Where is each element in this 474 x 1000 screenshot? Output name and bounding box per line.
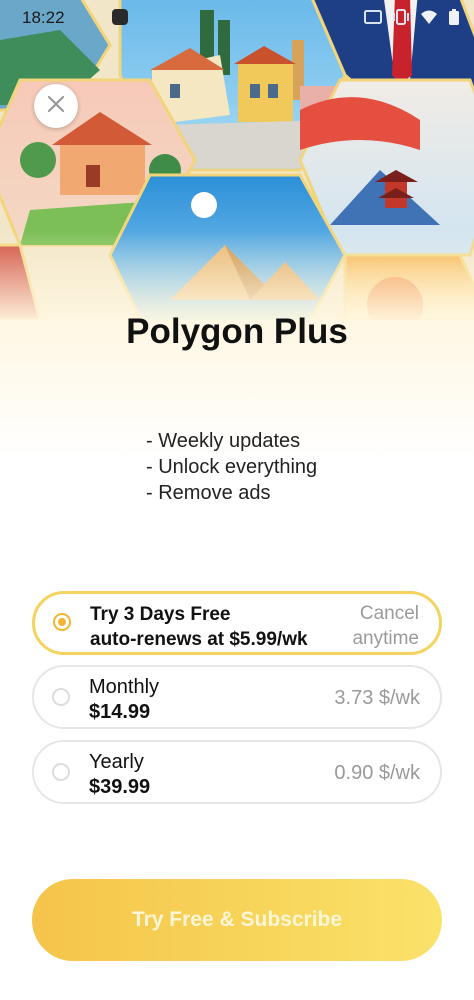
close-icon <box>47 95 65 118</box>
plan-title: Try 3 Days Free <box>90 604 231 625</box>
plan-option-yearly[interactable]: Yearly $39.99 0.90 $/wk <box>32 740 442 804</box>
plan-title: Yearly <box>89 751 144 773</box>
feature-list: - Weekly updates - Unlock everything - R… <box>146 428 317 506</box>
plan-name: Try 3 Days Free auto-renews at $5.99/wk <box>90 602 308 652</box>
plan-note-line: anytime <box>352 628 419 649</box>
battery-icon <box>448 8 460 31</box>
radio-selected-icon[interactable] <box>53 613 71 631</box>
notification-icon <box>112 9 128 25</box>
plan-price: $39.99 <box>89 776 151 798</box>
status-icons <box>364 8 460 31</box>
plan-option-trial[interactable]: Try 3 Days Free auto-renews at $5.99/wk … <box>32 591 442 655</box>
plan-note: Cancel anytime <box>352 601 419 651</box>
radio-icon[interactable] <box>52 688 70 706</box>
plan-weekly-price: 3.73 $/wk <box>334 687 420 709</box>
feature-item: - Weekly updates <box>146 430 301 452</box>
plan-note-line: Cancel <box>359 603 419 624</box>
plan-name: Yearly $39.99 <box>89 750 150 800</box>
plan-name: Monthly $14.99 <box>89 675 159 725</box>
feature-item: - Unlock everything <box>146 456 318 478</box>
feature-item: - Remove ads <box>146 482 271 504</box>
status-bar: 18:22 <box>0 0 474 34</box>
status-time: 18:22 <box>22 8 65 27</box>
plan-price: auto-renews at $5.99/wk <box>90 629 308 650</box>
subscribe-button[interactable]: Try Free & Subscribe <box>32 879 442 961</box>
plan-option-monthly[interactable]: Monthly $14.99 3.73 $/wk <box>32 665 442 729</box>
close-button[interactable] <box>34 84 78 128</box>
vibrate-icon <box>392 9 410 30</box>
plan-price: $14.99 <box>89 701 151 723</box>
cast-icon <box>364 9 382 30</box>
radio-icon[interactable] <box>52 763 70 781</box>
plan-weekly-price: 0.90 $/wk <box>334 762 420 784</box>
page-title: Polygon Plus <box>126 312 348 351</box>
plan-title: Monthly <box>89 676 160 698</box>
wifi-icon <box>420 9 438 30</box>
